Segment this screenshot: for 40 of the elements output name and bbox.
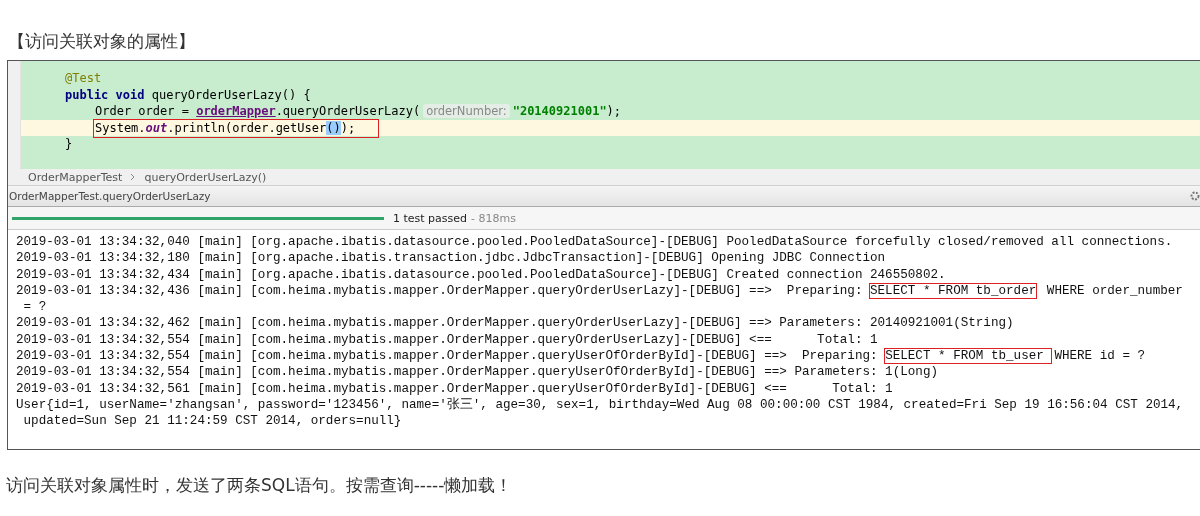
code-keyword: public void — [65, 87, 146, 102]
code-annotation: @Test — [65, 71, 102, 85]
parameter-hint: orderNumber: — [423, 104, 510, 118]
log-text: 2019-03-01 13:34:32,554 [main] [com.heima.mybatis.mapper.OrderMapper.queryUserOfOrderById]-[DEBUG] ==> Preparing: — [16, 349, 879, 364]
code-string: "20140921001" — [512, 104, 607, 118]
log-line: 2019-03-01 13:34:32,462 [main] [com.heima.mybatis.mapper.OrderMapper.queryOrderUserLazy]-[DEBUG] ==> Parameters: 20140921001(String) — [16, 316, 1014, 331]
chevron-icon — [130, 173, 137, 181]
log-line: updated=Sun Sep 21 11:24:59 CST 2014, orders=null} — [22, 414, 402, 429]
log-text: WHERE order_number — [1045, 283, 1183, 298]
breadcrumb-item[interactable]: OrderMapperTest — [28, 170, 123, 184]
log-line: = ? — [22, 300, 47, 315]
log-line: 2019-03-01 13:34:32,554 [main] [com.heima.mybatis.mapper.OrderMapper.queryUserOfOrderById]-[DEBUG] ==> Parameters: 1(Long) — [16, 365, 938, 380]
test-duration: - 818ms — [471, 211, 516, 225]
matched-brace: () — [326, 120, 341, 135]
code-field: orderMapper — [196, 104, 276, 118]
code-text: Order order = — [95, 104, 190, 118]
log-line: 2019-03-01 13:34:32,180 [main] [org.apache.ibatis.transaction.jdbc.JdbcTransaction]-[DEBUG] Opening JDBC Connection — [16, 251, 886, 266]
highlighted-sql: SELECT * FROM tb_order — [870, 283, 1037, 298]
log-text: 2019-03-01 13:34:32,436 [main] [com.heima.mybatis.mapper.OrderMapper.queryOrderUserLazy]-[DEBUG] ==> Preparing: — [16, 283, 864, 298]
settings-icon[interactable] — [1190, 191, 1200, 201]
log-line: 2019-03-01 13:34:32,434 [main] [org.apache.ibatis.datasource.pooled.PooledDataSource]-[DEBUG] Created connection 246550802. — [16, 267, 946, 282]
test-status: 1 test passed — [393, 211, 468, 225]
highlighted-sql: SELECT * FROM tb_user — [885, 349, 1052, 364]
code-static-field: out — [145, 120, 168, 135]
log-line: 2019-03-01 13:34:32,561 [main] [com.heima.mybatis.mapper.OrderMapper.queryUserOfOrderById]-[DEBUG] <== Total: 1 — [16, 381, 893, 396]
code-text: } — [65, 137, 73, 151]
caption-text: 访问关联对象属性时，发送了两条SQL语句。按需查询-----懒加载！ — [5, 474, 514, 497]
run-tab[interactable]: OrderMapperTest.queryOrderUserLazy — [9, 189, 211, 203]
code-text: .queryOrderUserLazy( — [275, 104, 421, 118]
code-text: ); — [606, 104, 622, 118]
code-text: queryOrderUserLazy() { — [151, 87, 311, 102]
code-text: ); — [340, 120, 356, 135]
log-line: 2019-03-01 13:34:32,554 [main] [com.heima.mybatis.mapper.OrderMapper.queryOrderUserLazy]-[DEBUG] <== Total: 1 — [16, 332, 878, 347]
log-line: 2019-03-01 13:34:32,040 [main] [org.apache.ibatis.datasource.pooled.PooledDataSource]-[DEBUG] PooledDataSource forcefully closed/removed all connections. — [16, 235, 1173, 249]
section-heading: 【访问关联对象的属性】 — [8, 30, 195, 52]
breadcrumb-item[interactable]: queryOrderUserLazy() — [144, 170, 267, 184]
log-line: User{id=1, userName='zhangsan', password='123456', name='张三', age=30, sex=1, birthday=Wed Aug 08 00:00:00 CST 1984, created=Fri Sep 19 16:56:04 CST 2014, — [16, 397, 1184, 412]
log-text: WHERE id = ? — [1054, 349, 1146, 364]
code-text: .println(order.getUser — [167, 120, 327, 135]
code-text: System. — [95, 120, 146, 135]
